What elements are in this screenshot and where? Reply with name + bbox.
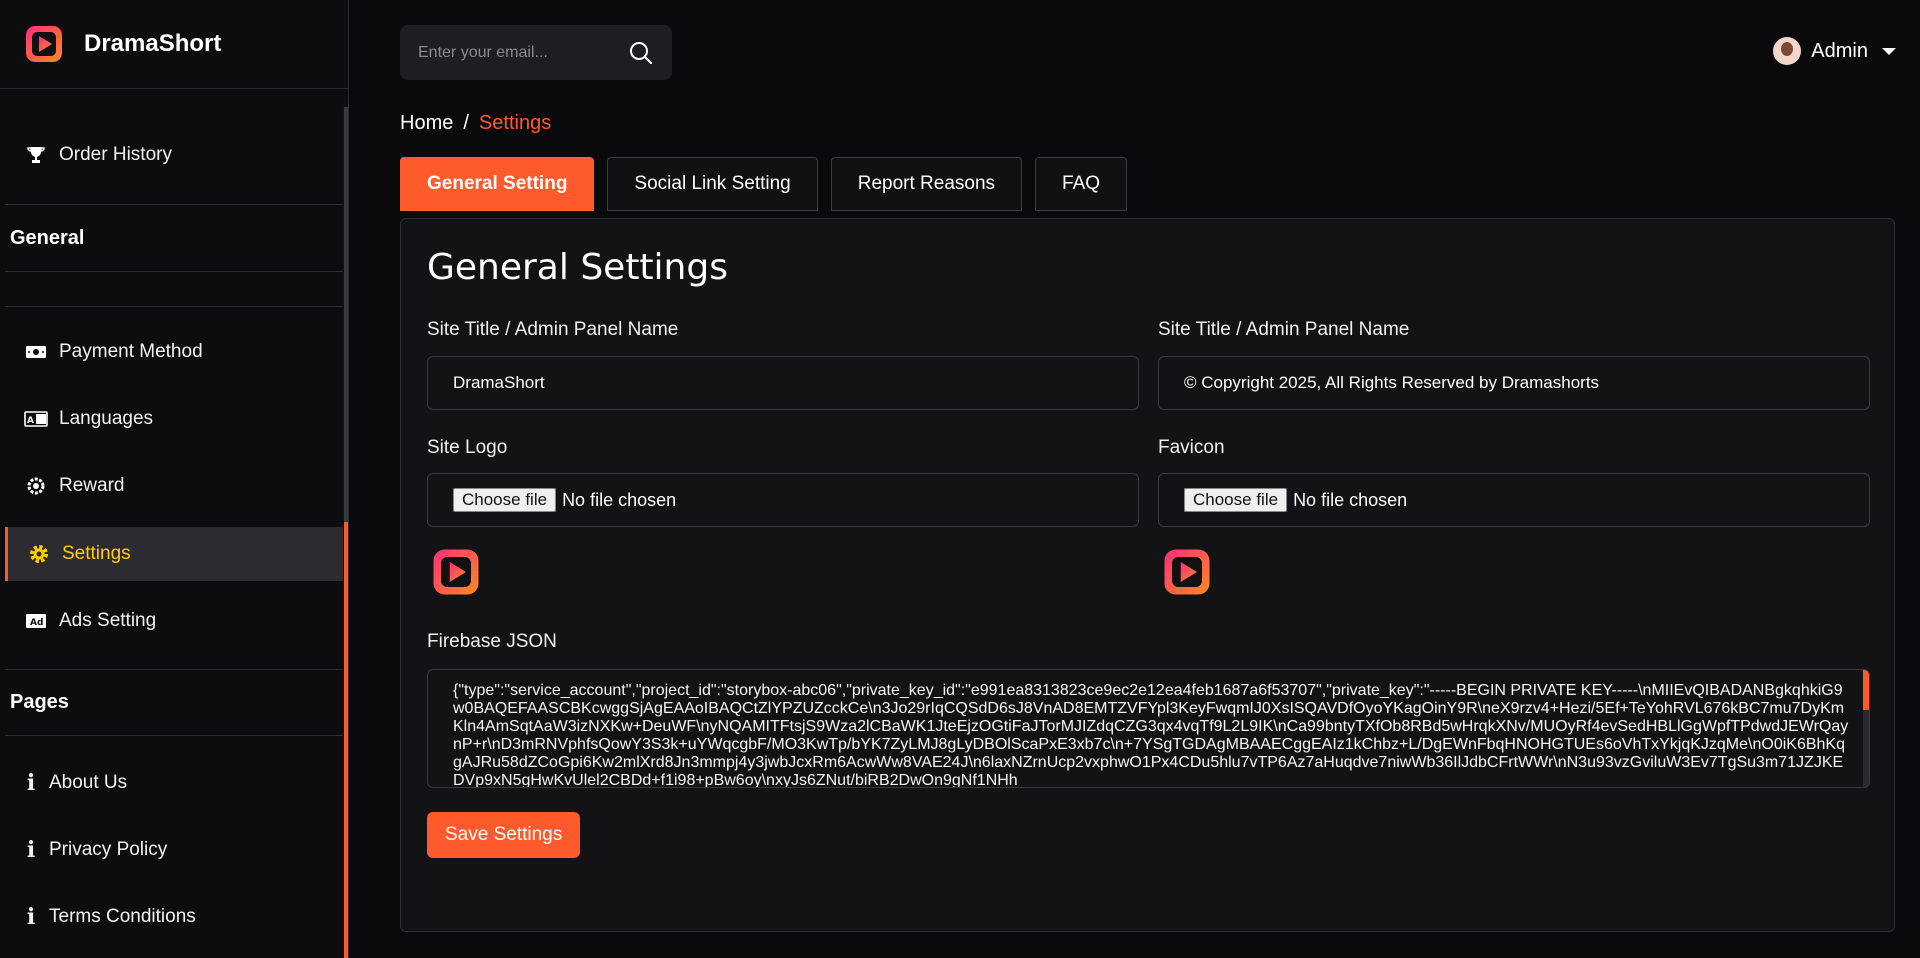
sidebar-item-label: Terms Conditions [49, 906, 196, 927]
ad-icon: Ad [23, 610, 49, 632]
sidebar-item-reward[interactable]: Reward [5, 459, 343, 513]
copyright-label: Site Title / Admin Panel Name [1158, 319, 1410, 340]
user-name: Admin [1811, 39, 1868, 62]
info-icon: i [26, 837, 36, 863]
sidebar-scrollbar-thumb[interactable] [344, 107, 348, 522]
copyright-field[interactable]: © Copyright 2025, All Rights Reserved by… [1158, 356, 1870, 410]
sidebar-item-label: Reward [59, 475, 125, 496]
tab-general-setting[interactable]: General Setting [400, 157, 595, 211]
firebase-json-value: {"type":"service_account","project_id":"… [453, 682, 1849, 788]
sidebar-item-label: Order History [59, 144, 172, 165]
sidebar: DramaShort Order History General Payment… [0, 0, 349, 958]
site-logo-label: Site Logo [427, 437, 508, 458]
language-icon: A [23, 408, 49, 430]
file-status: No file chosen [1293, 489, 1408, 510]
site-logo-file-input[interactable]: Choose file No file chosen [427, 473, 1139, 527]
choose-file-button[interactable]: Choose file [453, 488, 557, 512]
choose-file-button[interactable]: Choose file [1184, 488, 1288, 512]
svg-text:A: A [27, 416, 34, 426]
brand-logo-icon [26, 26, 62, 62]
sidebar-item-label: Payment Method [59, 341, 203, 362]
info-icon: i [26, 770, 36, 796]
save-settings-button[interactable]: Save Settings [427, 812, 581, 858]
favicon-file-input[interactable]: Choose file No file chosen [1158, 473, 1870, 527]
divider [5, 735, 343, 736]
site-logo-preview [433, 549, 479, 595]
textarea-scrollbar-thumb[interactable] [1863, 670, 1869, 710]
chevron-down-icon [1882, 47, 1896, 55]
brand-name: DramaShort [84, 30, 222, 57]
general-settings-card: General Settings Site Title / Admin Pane… [400, 218, 1895, 932]
tab-social-link-setting[interactable]: Social Link Setting [607, 157, 818, 211]
breadcrumb: Home / Settings [400, 112, 551, 135]
breadcrumb-home[interactable]: Home [400, 112, 453, 135]
site-title-label: Site Title / Admin Panel Name [427, 319, 679, 340]
tab-report-reasons[interactable]: Report Reasons [830, 157, 1023, 211]
search-input[interactable] [418, 43, 618, 62]
breadcrumb-current: Settings [478, 112, 552, 134]
file-status: No file chosen [562, 489, 677, 510]
sidebar-item-label: About Us [49, 772, 128, 793]
gear-icon [26, 543, 52, 565]
sidebar-item-label: Languages [59, 408, 154, 429]
search-bar [400, 25, 672, 80]
favicon-label: Favicon [1158, 437, 1225, 458]
divider [5, 271, 343, 272]
sidebar-item-label: Ads Setting [59, 610, 157, 631]
sidebar-item-ads-setting[interactable]: Ad Ads Setting [5, 594, 343, 648]
sidebar-item-terms-conditions[interactable]: i Terms Conditions [5, 890, 343, 944]
site-title-field[interactable]: DramaShort [427, 356, 1139, 410]
sidebar-item-privacy-policy[interactable]: i Privacy Policy [5, 823, 343, 877]
tab-faq[interactable]: FAQ [1035, 157, 1128, 211]
divider [5, 204, 343, 205]
settings-tabs: General Setting Social Link Setting Repo… [400, 157, 1128, 211]
favicon-preview [1164, 549, 1210, 595]
sidebar-item-order-history[interactable]: Order History [5, 128, 343, 182]
avatar [1773, 37, 1802, 65]
firebase-json-textarea[interactable]: {"type":"service_account","project_id":"… [427, 669, 1870, 788]
cash-icon [23, 341, 49, 363]
sidebar-scrollbar-accent [344, 522, 348, 958]
firebase-json-label: Firebase JSON [427, 631, 557, 652]
sidebar-item-payment-method[interactable]: Payment Method [5, 325, 343, 379]
svg-text:Ad: Ad [30, 618, 43, 628]
sidebar-nav: Order History General Payment Method A L… [0, 89, 348, 958]
sidebar-item-label: Settings [62, 543, 131, 564]
sidebar-item-label: Privacy Policy [49, 839, 168, 860]
sidebar-item-about-us[interactable]: i About Us [5, 756, 343, 810]
page-title: General Settings [427, 247, 728, 288]
user-menu[interactable]: Admin [1773, 37, 1896, 65]
trophy-icon [23, 144, 49, 166]
sidebar-item-settings[interactable]: Settings [5, 527, 343, 581]
info-icon: i [26, 904, 36, 930]
reward-icon [23, 475, 49, 497]
search-icon[interactable] [628, 40, 654, 66]
section-title-general: General [10, 227, 85, 249]
divider [5, 306, 343, 307]
divider [5, 669, 343, 670]
breadcrumb-separator: / [463, 112, 469, 134]
section-title-pages: Pages [10, 691, 69, 713]
sidebar-item-languages[interactable]: A Languages [5, 392, 343, 446]
brand[interactable]: DramaShort [0, 0, 348, 89]
